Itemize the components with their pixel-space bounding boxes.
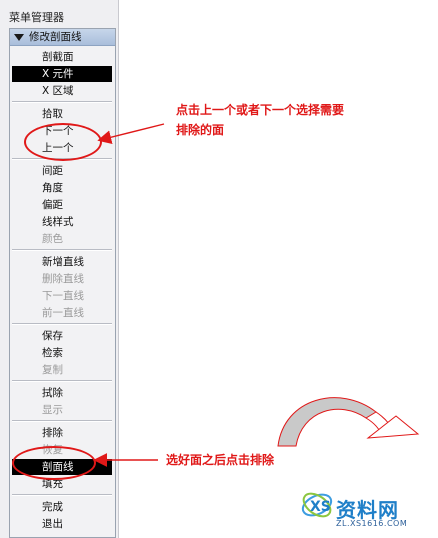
curved-arrow-icon: [277, 397, 420, 447]
svg-text:XS: XS: [310, 499, 331, 515]
annotation-overlay: [93, 123, 420, 467]
watermark-logo-icon: XS: [301, 492, 333, 518]
arrow-to-next-prev: [97, 123, 165, 145]
watermark-url: ZL.XS1616.COM: [336, 519, 408, 528]
